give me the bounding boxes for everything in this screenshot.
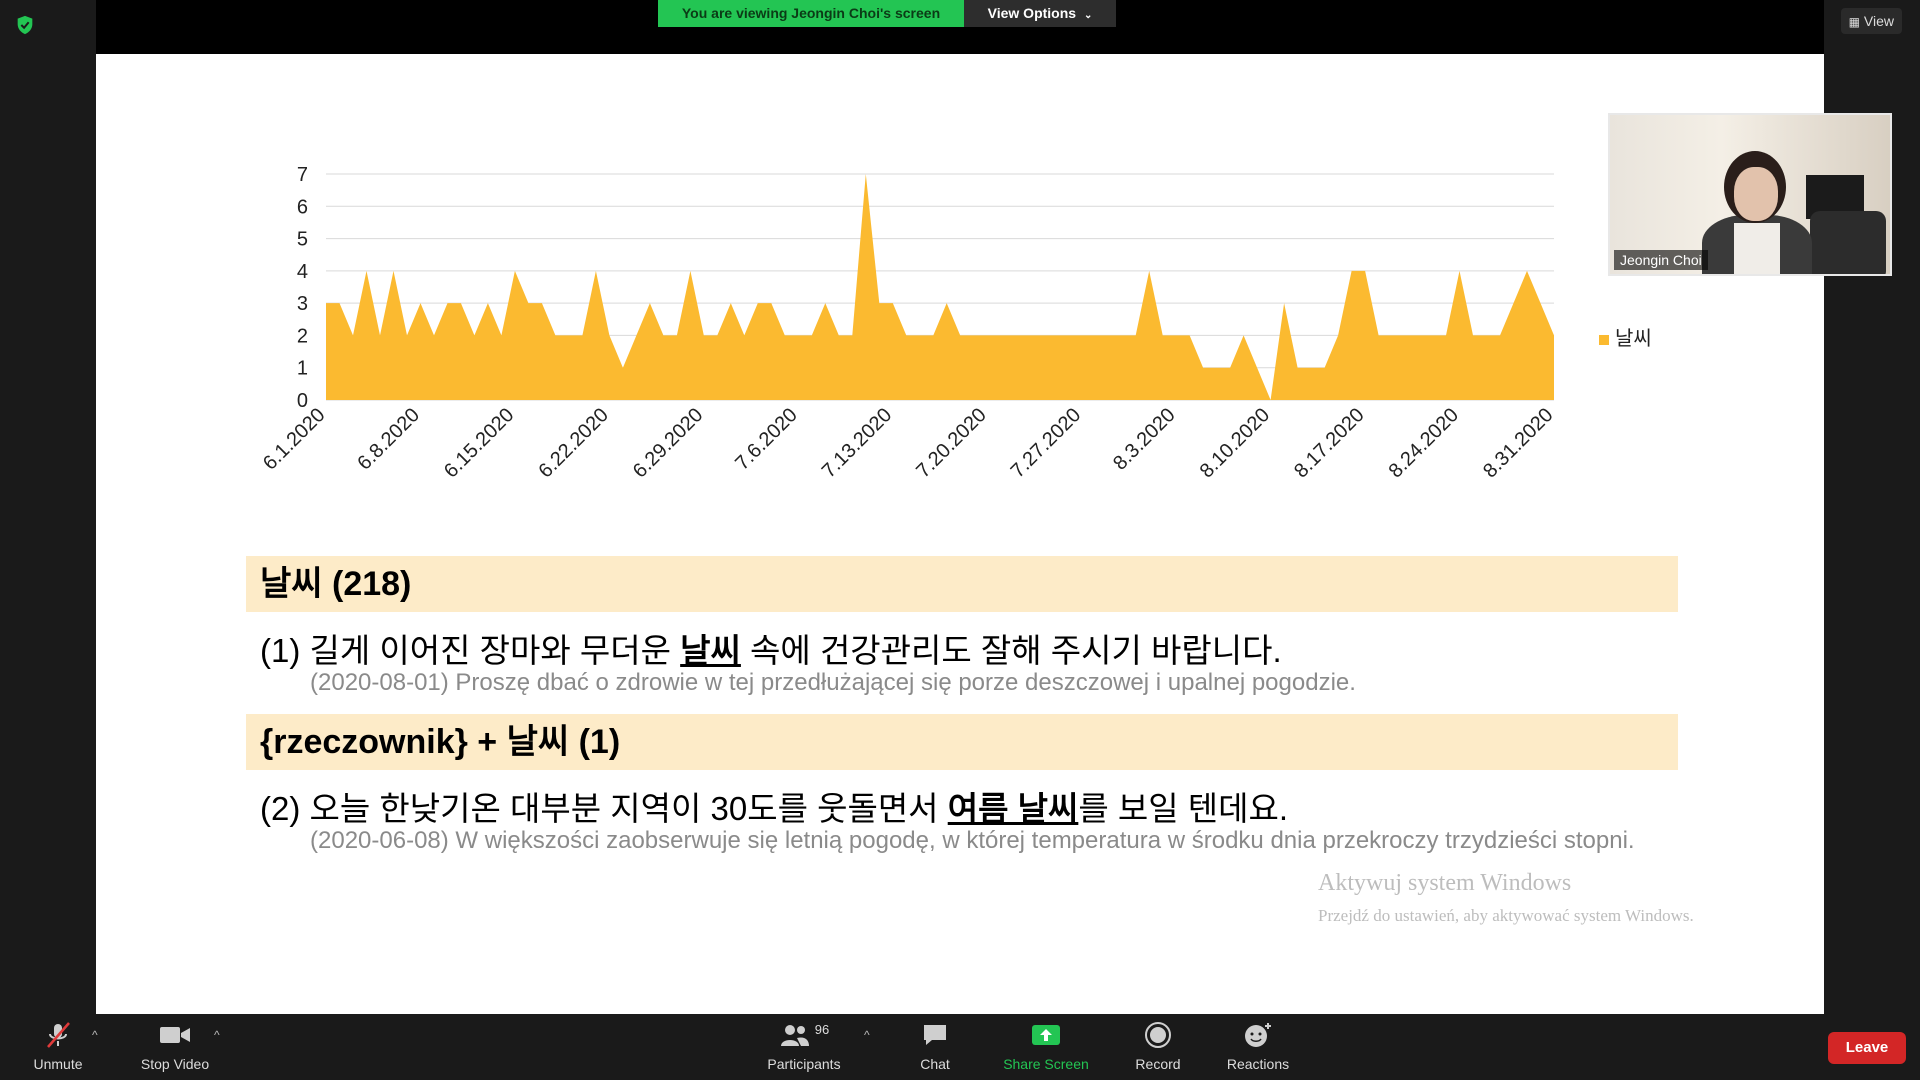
viewing-screen-banner: You are viewing Jeongin Choi's screen (658, 0, 964, 27)
chat-bubble-icon (924, 1025, 946, 1045)
microphone-muted-icon (47, 1022, 70, 1048)
example-text-after: 를 보일 텐데요. (1078, 790, 1288, 827)
share-screen-icon (1032, 1025, 1060, 1045)
view-label: View (1863, 13, 1894, 29)
y-tick-label: 3 (297, 293, 308, 315)
example-sentence-1: (1) 길게 이어진 장마와 무더운 날씨 속에 건강관리도 잘해 주시기 바랍… (260, 624, 1282, 672)
x-tick-label: 6.29.2020 (629, 404, 707, 482)
windows-activation-subtitle: Przejdź do ustawień, aby aktywować syste… (1318, 906, 1694, 925)
participants-button[interactable]: 96 Participants (756, 1020, 852, 1073)
reactions-button[interactable]: Reactions (1222, 1020, 1294, 1072)
x-tick-label: 8.10.2020 (1196, 404, 1274, 482)
view-options-label: View Options (987, 5, 1077, 21)
security-shield-icon[interactable] (14, 14, 36, 36)
x-tick-label: 6.1.2020 (259, 404, 330, 475)
example-number: (2) (260, 790, 301, 827)
translation-1: (2020-08-01) Proszę dbać o zdrowie w tej… (310, 669, 1356, 696)
record-label: Record (1135, 1056, 1181, 1072)
video-camera-icon (160, 1027, 190, 1043)
x-tick-label: 7.6.2020 (731, 404, 802, 475)
meeting-toolbar: Unmute ^ Stop Video ^ 96 Participants ^ (0, 1014, 1920, 1080)
view-button[interactable]: ▦ View (1840, 8, 1902, 34)
example-text-after: 속에 건강관리도 잘해 주시기 바랍니다. (740, 632, 1282, 669)
x-tick-label: 7.13.2020 (818, 404, 896, 482)
series-area-날씨 (326, 174, 1554, 400)
example-number: (1) (260, 632, 301, 669)
y-tick-label: 5 (297, 229, 308, 251)
x-tick-label: 8.31.2020 (1479, 404, 1557, 482)
legend-label: 날씨 (1615, 328, 1652, 350)
share-screen-label: Share Screen (1003, 1056, 1089, 1072)
record-icon (1145, 1022, 1171, 1048)
translation-2: (2020-06-08) W większości zaobserwuje si… (310, 827, 1635, 854)
y-tick-label: 6 (297, 196, 308, 218)
view-options-button[interactable]: View Options ⌄ (964, 0, 1116, 27)
speaker-video-tile[interactable]: Jeongin Choi (1608, 113, 1892, 276)
participants-icon (780, 1025, 809, 1046)
section-header-1: 날씨 (218) (246, 556, 1678, 612)
audio-options-caret[interactable]: ^ (92, 1028, 98, 1042)
area-chart: 0 1 2 3 4 5 6 7 6.1.2020 6.8.2020 6.15.2020 6.22.20… (259, 164, 1558, 482)
leave-meeting-button[interactable]: Leave (1828, 1032, 1906, 1064)
speaker-name-tag: Jeongin Choi (1614, 250, 1708, 270)
y-tick-label: 0 (297, 390, 308, 412)
speaker-face (1734, 167, 1778, 221)
x-tick-label: 7.20.2020 (912, 404, 990, 482)
reactions-label: Reactions (1226, 1056, 1290, 1072)
y-tick-label: 1 (297, 358, 308, 380)
chat-label: Chat (920, 1056, 950, 1072)
speaker-shirt (1734, 223, 1780, 274)
share-screen-button[interactable]: Share Screen (996, 1020, 1096, 1072)
smiley-plus-icon (1245, 1023, 1271, 1047)
unmute-button[interactable]: Unmute (22, 1020, 94, 1072)
y-tick-label: 7 (297, 164, 308, 186)
participants-count: 96 (814, 1021, 830, 1037)
x-tick-label: 6.22.2020 (534, 404, 612, 482)
example-text-before: 오늘 한낮기온 대부분 지역이 30도를 웃돌면서 (309, 790, 948, 827)
example-highlight: 날씨 (680, 632, 741, 669)
unmute-label: Unmute (33, 1056, 83, 1072)
section-header-2: {rzeczownik} + 날씨 (1) (246, 714, 1678, 770)
grid-view-icon: ▦ (1848, 15, 1861, 29)
stop-video-button[interactable]: Stop Video (132, 1020, 218, 1072)
windows-activation-title: Aktywuj system Windows (1318, 870, 1572, 896)
participants-options-caret[interactable]: ^ (864, 1028, 870, 1042)
x-tick-label: 8.3.2020 (1109, 404, 1180, 475)
x-tick-label: 6.15.2020 (440, 404, 518, 482)
y-tick-label: 4 (297, 261, 308, 283)
chevron-down-icon: ⌄ (1083, 10, 1093, 21)
stop-video-label: Stop Video (140, 1056, 210, 1072)
participants-label: Participants (767, 1056, 841, 1072)
x-tick-label: 6.8.2020 (353, 404, 424, 475)
background-chair (1810, 211, 1886, 274)
x-tick-label: 8.24.2020 (1385, 404, 1463, 482)
example-sentence-2: (2) 오늘 한낮기온 대부분 지역이 30도를 웃돌면서 여름 날씨를 보일 … (260, 782, 1288, 830)
example-highlight: 여름 날씨 (947, 790, 1079, 827)
chart-legend: 날씨 (1599, 322, 1652, 351)
video-options-caret[interactable]: ^ (214, 1028, 220, 1042)
x-tick-label: 8.17.2020 (1290, 404, 1368, 482)
y-tick-label: 2 (297, 325, 308, 347)
record-button[interactable]: Record (1122, 1020, 1194, 1072)
example-text-before: 길게 이어진 장마와 무더운 (309, 632, 681, 669)
x-tick-label: 7.27.2020 (1007, 404, 1085, 482)
chat-button[interactable]: Chat (900, 1020, 970, 1072)
legend-swatch (1599, 334, 1609, 345)
